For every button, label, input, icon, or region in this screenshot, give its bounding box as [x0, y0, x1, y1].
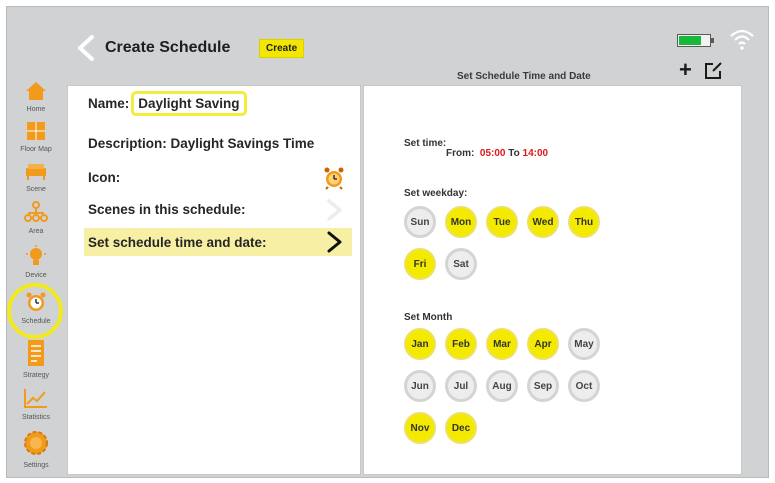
sidebar-item-floor-map[interactable]: Floor Map [11, 121, 61, 153]
sidebar-item-settings[interactable]: Settings [11, 429, 61, 469]
sidebar-item-label: Device [25, 272, 47, 279]
month-toggle-dec[interactable]: Dec [445, 412, 477, 444]
weekday-toggle-fri[interactable]: Fri [404, 248, 436, 280]
sidebar-item-label: Scene [26, 186, 46, 193]
sidebar-item-device[interactable]: Device [11, 245, 61, 279]
weekday-toggle-wed[interactable]: Wed [527, 206, 559, 238]
schedule-details-panel: Name: Daylight Saving Description: Daylig… [67, 85, 361, 475]
month-toggle-sep[interactable]: Sep [527, 370, 559, 402]
name-field[interactable]: Daylight Saving [131, 91, 247, 116]
time-date-panel: Set time: From: 05:00 To 14:00 Set weekd… [363, 85, 742, 475]
sidebar-nav: Home Floor Map Scene Area Device Schedul… [7, 77, 65, 477]
to-label: To [508, 148, 520, 159]
scenes-chevron-icon[interactable] [326, 198, 344, 227]
description-row[interactable]: Description: Daylight Savings Time [88, 136, 314, 151]
statistics-icon [24, 389, 47, 408]
month-toggle-jun[interactable]: Jun [404, 370, 436, 402]
sidebar-item-label: Settings [23, 462, 49, 469]
sidebar-item-area[interactable]: Area [11, 201, 61, 235]
scenes-row[interactable]: Scenes in this schedule: [88, 202, 246, 217]
time-date-chevron-icon[interactable] [326, 230, 344, 259]
set-time-date-label: Set schedule time and date: [88, 235, 267, 250]
month-toggle-apr[interactable]: Apr [527, 328, 559, 360]
sidebar-item-label: Home [26, 106, 46, 113]
to-time[interactable]: 14:00 [523, 148, 549, 159]
home-icon [26, 82, 46, 100]
panel-subtitle: Set Schedule Time and Date [457, 71, 591, 82]
sidebar-item-label: Statistics [21, 414, 50, 421]
sidebar-item-label: Floor Map [20, 146, 52, 153]
schedule-icon [26, 292, 46, 311]
set-time-label: Set time: [404, 138, 447, 149]
sidebar-item-home[interactable]: Home [11, 81, 61, 113]
floor-map-icon [27, 122, 45, 140]
month-toggle-mar[interactable]: Mar [486, 328, 518, 360]
weekday-label: Set weekday: [404, 188, 468, 199]
area-icon [24, 201, 48, 222]
name-row: Name: Daylight Saving [88, 91, 247, 116]
weekday-toggle-tue[interactable]: Tue [486, 206, 518, 238]
sidebar-item-statistics[interactable]: Statistics [11, 387, 61, 421]
create-button[interactable]: Create [259, 39, 305, 58]
weekday-toggle-sun[interactable]: Sun [404, 206, 436, 238]
weekday-toggle-thu[interactable]: Thu [568, 206, 600, 238]
month-toggle-oct[interactable]: Oct [568, 370, 600, 402]
page-title: Create Schedule [105, 39, 231, 56]
month-toggle-feb[interactable]: Feb [445, 328, 477, 360]
name-label: Name: [88, 96, 130, 111]
sidebar-item-label: Area [28, 228, 44, 235]
icon-label: Icon: [88, 170, 121, 185]
sidebar-item-label: Strategy [22, 372, 50, 379]
wifi-icon [729, 27, 755, 56]
month-toggle-may[interactable]: May [568, 328, 600, 360]
app-window: Create Schedule Create Set Schedule Time… [6, 6, 769, 478]
strategy-icon [28, 340, 44, 366]
sidebar-item-scene[interactable]: Scene [11, 161, 61, 193]
scene-icon [26, 164, 46, 180]
sidebar-item-label: Schedule [21, 318, 51, 325]
month-label: Set Month [404, 312, 453, 323]
weekday-toggle-sat[interactable]: Sat [445, 248, 477, 280]
month-toggle-jan[interactable]: Jan [404, 328, 436, 360]
add-button[interactable]: + [679, 59, 692, 81]
from-time[interactable]: 05:00 [480, 148, 506, 159]
device-icon [26, 245, 46, 265]
time-range[interactable]: From: 05:00 To 14:00 [446, 148, 548, 159]
month-toggle-jul[interactable]: Jul [445, 370, 477, 402]
from-label: From: [446, 148, 475, 159]
edit-icon[interactable] [704, 60, 724, 85]
battery-icon [677, 34, 714, 47]
sidebar-item-strategy[interactable]: Strategy [11, 339, 61, 379]
settings-icon [24, 431, 48, 455]
month-toggle-aug[interactable]: Aug [486, 370, 518, 402]
sidebar-item-schedule[interactable]: Schedule [11, 291, 61, 325]
month-toggle-nov[interactable]: Nov [404, 412, 436, 444]
weekday-toggle-mon[interactable]: Mon [445, 206, 477, 238]
back-chevron-icon[interactable] [75, 35, 97, 66]
alarm-clock-icon[interactable] [323, 166, 345, 195]
header: Create Schedule Create Set Schedule Time… [7, 7, 768, 87]
